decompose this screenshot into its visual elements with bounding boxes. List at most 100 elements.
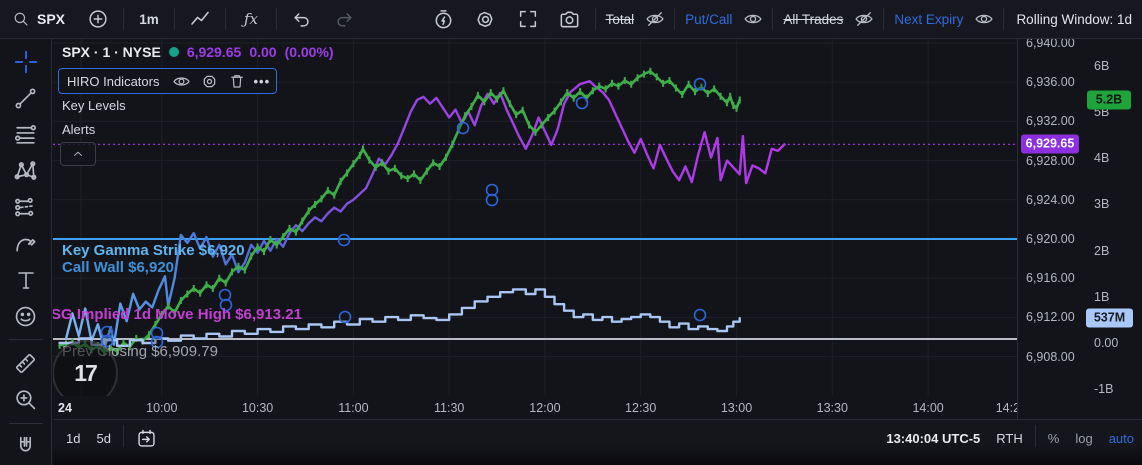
eye-icon[interactable] [169, 71, 193, 91]
log-scale-button[interactable]: log [1067, 425, 1100, 451]
redo-button[interactable] [323, 5, 365, 33]
flow-axis-label: 6B [1094, 59, 1109, 73]
eye-icon-1[interactable] [738, 6, 768, 32]
clock-label[interactable]: 13:40:04 UTC-5 [878, 425, 988, 451]
delete-icon[interactable] [225, 71, 249, 91]
fx-icon: ƒx [244, 10, 258, 28]
current-price-badge: 6,929.65 [1021, 135, 1079, 154]
alert-icon-button[interactable] [423, 5, 465, 33]
tool-brush-icon[interactable] [7, 225, 45, 261]
fullscreen-icon-button[interactable] [507, 5, 549, 33]
tool-text-icon[interactable] [7, 262, 45, 298]
tool-zoom-in-icon[interactable] [7, 381, 45, 417]
time-axis-tick: 11:30 [434, 401, 464, 415]
divider [772, 8, 773, 30]
signal-marker-icon [340, 312, 351, 323]
add-symbol-button[interactable] [77, 5, 119, 33]
interval-button[interactable]: 1m [128, 5, 170, 33]
divider [9, 339, 43, 340]
time-axis-tick: 14:00 [912, 401, 943, 415]
divider [883, 8, 884, 30]
toggle-label-all-trades[interactable]: All Trades [777, 12, 849, 27]
bottom-toolbar: 1d 5d 13:40:04 UTC-5 RTH % log auto [53, 419, 1142, 465]
percent-scale-button[interactable]: % [1040, 425, 1068, 451]
legend-key-levels[interactable]: Key Levels [62, 98, 126, 113]
hiro-indicators-row[interactable]: HIRO Indicators ••• [58, 68, 277, 94]
tool-xabcd-pattern-icon[interactable] [7, 153, 45, 189]
undo-button[interactable] [281, 5, 323, 33]
flow-axis-label: 3B [1094, 197, 1109, 211]
signal-marker-icon [458, 123, 469, 134]
price-axis-label: 6,908.00 [1026, 350, 1075, 364]
symbol-label: SPX [37, 11, 65, 27]
toggle-label-total[interactable]: Total [600, 12, 641, 27]
chart-type-button[interactable] [179, 5, 221, 33]
divider [674, 8, 675, 30]
tool-ruler-icon[interactable] [7, 345, 45, 381]
eye-off-icon-0[interactable] [640, 6, 670, 32]
eye-off-icon-2[interactable] [849, 6, 879, 32]
rolling-window-label[interactable]: Rolling Window: 1d [1008, 12, 1142, 27]
collapse-legend-button[interactable] [60, 142, 96, 166]
bottom-right-group: 13:40:04 UTC-5 RTH % log auto [878, 425, 1142, 451]
tool-magnet-icon[interactable] [7, 429, 45, 465]
divider [9, 423, 43, 424]
legend-alerts[interactable]: Alerts [62, 122, 95, 137]
tool-emoji-icon[interactable] [7, 298, 45, 334]
signal-marker-icon [152, 337, 163, 348]
price-axis[interactable]: 6,940.006,936.006,932.006,928.006,924.00… [1017, 38, 1142, 419]
tool-forecast-icon[interactable] [7, 189, 45, 225]
divider [1003, 8, 1004, 30]
time-axis-tick: 12:00 [529, 401, 560, 415]
time-axis-tick: 10:30 [242, 401, 273, 415]
flow-axis-label: 1B [1094, 290, 1109, 304]
price-axis-label: 6,932.00 [1026, 114, 1075, 128]
settings-icon-button[interactable] [465, 5, 507, 33]
divider [1035, 425, 1036, 447]
chart-pane[interactable]: SPX · 1 · NYSE 6,929.65 0.00 (0.00%) HIR… [53, 38, 1017, 396]
green-flow-badge: 5.2B [1087, 91, 1131, 110]
flow-axis-label: -1B [1094, 382, 1113, 396]
indicators-button[interactable]: ƒx [230, 5, 272, 33]
flow-axis-label: 0.00 [1094, 336, 1118, 350]
legend-symbol-row[interactable]: SPX · 1 · NYSE 6,929.65 0.00 (0.00%) [62, 44, 334, 60]
toggle-label-put-call[interactable]: Put/Call [679, 12, 738, 27]
camera-icon-button[interactable] [549, 5, 591, 33]
legend-symbol: SPX · 1 · NYSE [62, 44, 161, 60]
drawing-tools-sidebar [0, 38, 52, 465]
flow-axis-label: 4B [1094, 151, 1109, 165]
eye-icon-3[interactable] [969, 6, 999, 32]
auto-scale-button[interactable]: auto [1101, 425, 1142, 451]
price-axis-label: 6,916.00 [1026, 271, 1075, 285]
go-to-date-icon-button[interactable] [128, 425, 165, 451]
time-axis-tick: 11:00 [338, 401, 368, 415]
tool-fib-retracement-icon[interactable] [7, 117, 45, 153]
legend-change: 0.00 [249, 44, 276, 60]
tool-trend-line-icon[interactable] [7, 80, 45, 116]
time-axis-day-label: 24 [58, 401, 72, 415]
divider [595, 8, 596, 30]
hiro-indicators-label: HIRO Indicators [67, 74, 159, 89]
price-axis-label: 6,920.00 [1026, 232, 1075, 246]
market-status-dot-icon [169, 47, 179, 57]
range-1d-button[interactable]: 1d [53, 425, 88, 451]
chevron-up-icon [71, 147, 85, 161]
divider [123, 425, 124, 447]
hiro-series-toggles: Total Put/Call All Trades Next Expiry [600, 6, 1000, 32]
divider [123, 8, 124, 30]
signal-marker-icon [221, 300, 232, 311]
divider [276, 8, 277, 30]
session-button[interactable]: RTH [988, 425, 1030, 451]
range-5d-button[interactable]: 5d [88, 425, 118, 451]
signal-marker-icon [487, 195, 498, 206]
legend-change-pct: (0.00%) [285, 44, 334, 60]
more-options-icon[interactable]: ••• [253, 74, 270, 89]
signal-marker-icon [102, 336, 113, 347]
time-axis-tick: 12:30 [625, 401, 656, 415]
time-axis[interactable]: 2410:0010:3011:0011:3012:0012:3013:0013:… [53, 397, 1017, 419]
divider [225, 8, 226, 30]
toggle-label-next-expiry[interactable]: Next Expiry [888, 12, 969, 27]
symbol-search-button[interactable]: SPX [0, 10, 77, 28]
tool-crosshair-icon[interactable] [7, 44, 45, 80]
indicator-settings-icon[interactable] [197, 71, 221, 91]
